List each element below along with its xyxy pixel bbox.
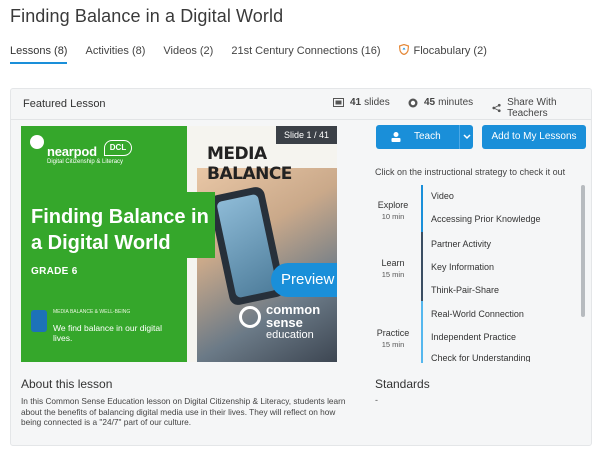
preview-button[interactable]: Preview (271, 263, 337, 297)
phase-explore: Explore 10 min (367, 200, 419, 221)
slide-tagline: We find balance in our digital lives. (53, 323, 162, 343)
phase-duration: 10 min (381, 212, 405, 221)
phone-icon (31, 310, 47, 332)
duration-label: minutes (438, 97, 474, 108)
shield-icon (398, 44, 409, 55)
strategy-item[interactable]: Key Information (431, 262, 494, 272)
phase-practice: Practice 15 min (367, 328, 419, 349)
partner-name: common sense (266, 303, 320, 329)
share-label: Share With Teachers (507, 97, 557, 119)
slide-title: Finding Balance in a Digital World (31, 206, 209, 254)
strategy-item[interactable]: Video (431, 191, 454, 201)
slides-icon (333, 97, 344, 107)
slide-kicker: MEDIA BALANCE & WELL-BEING (53, 309, 131, 315)
slide-counter-badge: Slide 1 / 41 (275, 126, 337, 144)
checkmark-icon (239, 306, 261, 328)
featured-lesson-heading: Featured Lesson (23, 98, 106, 110)
strategy-item[interactable]: Partner Activity (431, 239, 491, 249)
nearpod-logo-icon (30, 135, 44, 149)
share-icon (492, 103, 501, 113)
tab-flocabulary-label: Flocabulary (2) (413, 45, 487, 57)
phase-learn: Learn 15 min (367, 258, 419, 279)
chevron-down-icon[interactable] (462, 125, 472, 149)
slide-topic: MEDIA BALANCE (207, 144, 292, 184)
teacher-icon (391, 132, 401, 142)
slide-brand-badge: DCL (104, 140, 132, 156)
about-heading: About this lesson (21, 377, 113, 391)
preview-label: Preview (281, 271, 335, 288)
tab-videos[interactable]: Videos (2) (163, 44, 213, 64)
strategy-item[interactable]: Independent Practice (431, 332, 516, 342)
duration-value: 45 (424, 97, 436, 108)
lesson-tabs: Lessons (8) Activities (8) Videos (2) 21… (10, 44, 600, 64)
clock-icon (408, 98, 418, 107)
featured-lesson-card: Featured Lesson 41 slides 45 minutes Sha… (10, 88, 592, 446)
tab-activities[interactable]: Activities (8) (85, 44, 145, 64)
standards-heading: Standards (375, 377, 430, 391)
tab-21st-century-connections[interactable]: 21st Century Connections (16) (231, 44, 380, 64)
partner-name-line3: education (266, 329, 314, 341)
strategy-item[interactable]: Accessing Prior Knowledge (431, 214, 541, 224)
strategy-scrollbar[interactable] (581, 185, 585, 317)
phase-duration: 15 min (381, 340, 405, 349)
teach-label: Teach (414, 131, 441, 142)
phase-name: Learn (381, 258, 405, 268)
add-to-my-lessons-button[interactable]: Add to My Lessons (482, 125, 586, 149)
duration: 45 minutes (408, 97, 473, 108)
standards-value: - (375, 395, 378, 405)
strategy-item[interactable]: Real-World Connection (431, 309, 524, 319)
slide-brand-sub: Digital Citizenship & Literacy (47, 159, 124, 165)
slides-count: 41 slides (333, 97, 390, 108)
slides-count-value: 41 (350, 97, 362, 108)
slide-grade: GRADE 6 (31, 266, 78, 277)
partner-name-line2: sense (266, 315, 303, 330)
teach-button[interactable]: Teach (376, 125, 473, 149)
learn-bar (421, 232, 423, 301)
teach-divider (459, 125, 460, 149)
practice-bar (421, 301, 423, 363)
tab-flocabulary[interactable]: Flocabulary (2) (398, 44, 487, 64)
phase-name: Practice (376, 328, 410, 338)
slide-thumbnail[interactable]: MEDIA BALANCE nearpod DCL Digital Citize… (21, 126, 337, 362)
phase-name: Explore (377, 200, 409, 210)
explore-bar (421, 185, 423, 232)
strategy-item[interactable]: Check for Understanding (431, 353, 531, 362)
slides-count-label: slides (364, 97, 390, 108)
slide-brand: nearpod (47, 144, 97, 159)
card-divider (11, 119, 591, 120)
tab-lessons[interactable]: Lessons (8) (10, 44, 68, 64)
phase-duration: 15 min (381, 270, 405, 279)
page-title: Finding Balance in a Digital World (10, 6, 284, 26)
about-text: In this Common Sense Education lesson on… (21, 396, 346, 427)
share-with-teachers-button[interactable]: Share With Teachers (492, 97, 591, 119)
strategy-hint: Click on the instructional strategy to c… (375, 167, 566, 177)
strategy-item[interactable]: Think-Pair-Share (431, 285, 499, 295)
